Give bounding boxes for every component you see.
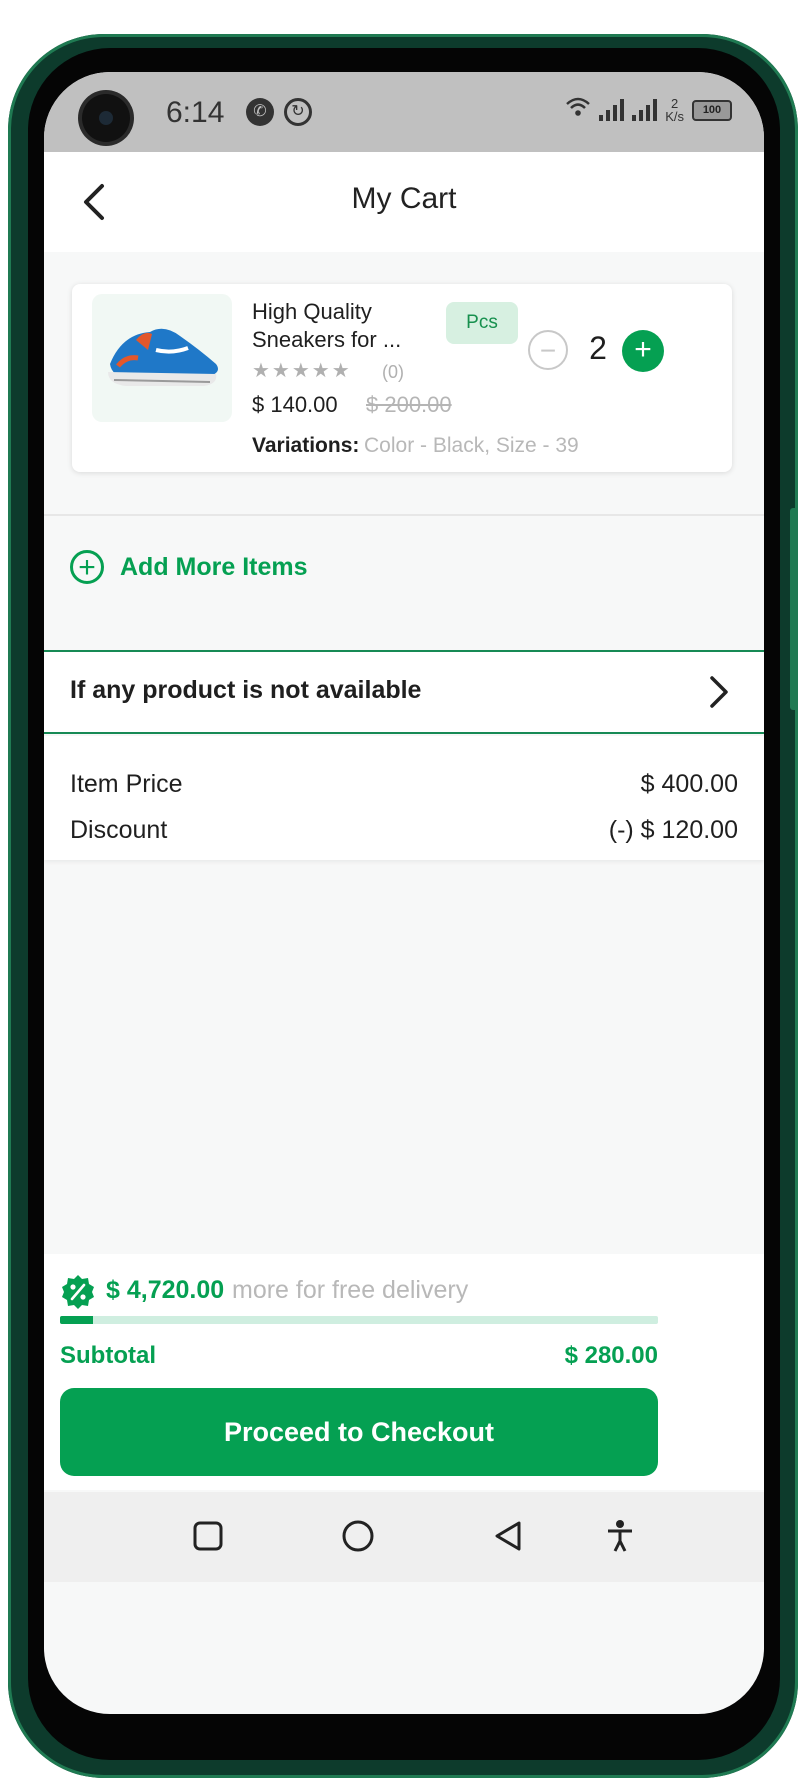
divider xyxy=(44,514,764,516)
system-navigation-bar xyxy=(44,1492,764,1582)
sync-icon: ↻ xyxy=(284,98,312,126)
battery-icon: 100 xyxy=(692,99,732,121)
item-price-value: $ 400.00 xyxy=(640,770,738,798)
discount-row: Discount (-) $ 120.00 xyxy=(70,816,738,845)
variations-label: Variations: xyxy=(252,434,360,457)
status-right: 2 K/s 100 xyxy=(565,96,732,124)
side-button xyxy=(790,508,798,710)
checkout-sheet: $ 4,720.00 more for free delivery Subtot… xyxy=(44,1254,764,1490)
discount-value: (-) $ 120.00 xyxy=(608,816,738,844)
rating-stars: ★★★★★ xyxy=(252,360,352,382)
unit-badge: Pcs xyxy=(446,302,518,344)
product-name[interactable]: High Quality Sneakers for ... xyxy=(252,298,422,354)
signal-icon xyxy=(632,99,658,121)
subtotal-label: Subtotal xyxy=(60,1342,156,1369)
proceed-to-checkout-button[interactable]: Proceed to Checkout xyxy=(60,1388,658,1476)
front-camera xyxy=(82,94,130,142)
back-nav-button[interactable] xyxy=(488,1516,528,1556)
status-bar: 6:14 ✆ ↻ 2 K/s 100 xyxy=(44,72,764,152)
accessibility-button[interactable] xyxy=(600,1516,640,1556)
accessibility-icon xyxy=(608,1520,632,1552)
plus-circle-icon: + xyxy=(70,550,104,584)
status-time: 6:14 xyxy=(166,96,225,129)
subtotal-value: $ 280.00 xyxy=(564,1342,658,1369)
decrease-quantity-button[interactable]: − xyxy=(528,330,568,370)
free-delivery-progress xyxy=(60,1316,658,1324)
rating-count: (0) xyxy=(382,362,404,382)
price-summary: Item Price $ 400.00 Discount (-) $ 120.0… xyxy=(44,736,764,860)
cart-item-card[interactable]: High Quality Sneakers for ... ★★★★★ (0) … xyxy=(72,284,732,472)
free-delivery-amount: $ 4,720.00 xyxy=(106,1276,225,1304)
add-more-items-label: Add More Items xyxy=(120,552,308,581)
add-more-items-button[interactable]: + Add More Items xyxy=(70,542,308,592)
home-button[interactable] xyxy=(338,1516,378,1556)
circle-icon xyxy=(342,1520,374,1552)
discount-badge-icon xyxy=(62,1275,94,1309)
app-bar: My Cart xyxy=(44,152,764,252)
square-icon xyxy=(193,1521,223,1551)
discount-label: Discount xyxy=(70,816,168,844)
increase-quantity-button[interactable]: + xyxy=(622,330,664,372)
chevron-right-icon xyxy=(710,676,728,708)
variations-value: Color - Black, Size - 39 xyxy=(364,434,579,457)
product-image[interactable] xyxy=(92,294,232,422)
screen: 6:14 ✆ ↻ 2 K/s 100 My Cart High Quality … xyxy=(44,72,764,1714)
whatsapp-icon: ✆ xyxy=(246,98,274,126)
quantity-value: 2 xyxy=(589,330,607,366)
unavailable-product-option[interactable]: If any product is not available xyxy=(44,650,764,734)
item-price-row: Item Price $ 400.00 xyxy=(70,770,738,799)
product-price: $ 140.00 xyxy=(252,392,338,417)
original-price: $ 200.00 xyxy=(366,392,452,417)
progress-fill xyxy=(60,1316,94,1324)
network-speed: 2 K/s xyxy=(665,96,684,124)
signal-icon xyxy=(599,99,625,121)
page-title: My Cart xyxy=(351,182,457,215)
free-delivery-text: more for free delivery xyxy=(232,1276,469,1304)
item-price-label: Item Price xyxy=(70,770,183,798)
recents-button[interactable] xyxy=(188,1516,228,1556)
unavailable-product-label: If any product is not available xyxy=(70,676,422,704)
wifi-icon xyxy=(565,96,591,124)
triangle-back-icon xyxy=(495,1521,521,1551)
